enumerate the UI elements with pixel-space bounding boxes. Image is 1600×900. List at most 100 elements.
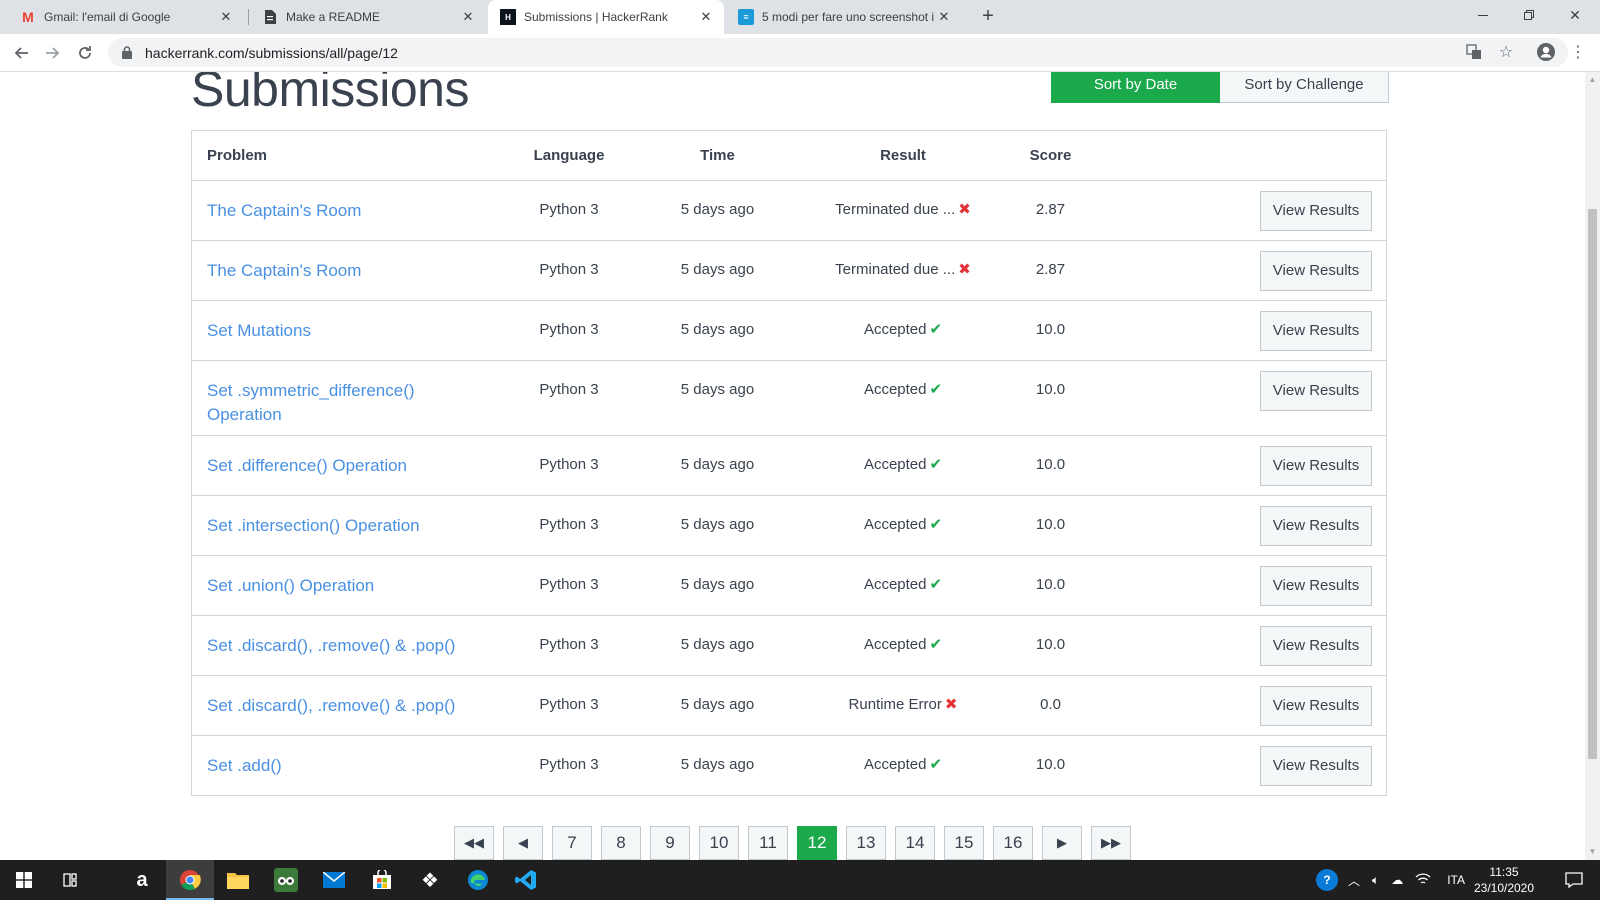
problem-link[interactable]: Set .discard(), .remove() & .pop() — [192, 676, 518, 718]
forward-button[interactable] — [40, 40, 66, 66]
result-cell: Accepted ✔ — [815, 361, 991, 399]
close-icon[interactable]: ✕ — [936, 9, 952, 25]
score-cell: 2.87 — [1035, 261, 1066, 278]
next-page-button[interactable]: ▶ — [1042, 826, 1082, 860]
page-button[interactable]: 7 — [552, 826, 592, 860]
tripadvisor-icon[interactable] — [262, 860, 310, 900]
onedrive-cloud-icon[interactable]: ☁ — [1391, 873, 1403, 887]
file-explorer-icon[interactable] — [214, 860, 262, 900]
wifi-icon[interactable] — [1415, 872, 1431, 889]
translate-icon[interactable] — [1462, 40, 1486, 64]
task-view-icon[interactable] — [48, 860, 96, 900]
windows-start-icon[interactable] — [0, 860, 48, 900]
clock-date: 23/10/2020 — [1473, 881, 1535, 895]
view-results-button[interactable]: View Results — [1260, 311, 1372, 351]
close-icon[interactable]: ✕ — [460, 9, 476, 25]
sort-toggle: Sort by Date Sort by Challenge — [1051, 72, 1389, 103]
close-icon[interactable]: ✕ — [218, 9, 234, 25]
page-button[interactable]: 9 — [650, 826, 690, 860]
tab-submissions[interactable]: H Submissions | HackerRank ✕ — [488, 0, 724, 34]
view-results-button[interactable]: View Results — [1260, 566, 1372, 606]
scrollbar-thumb[interactable] — [1588, 209, 1597, 759]
view-results-button[interactable]: View Results — [1260, 371, 1372, 411]
view-results-button[interactable]: View Results — [1260, 446, 1372, 486]
address-bar[interactable]: hackerrank.com/submissions/all/page/12 — [108, 38, 1568, 67]
view-results-button[interactable]: View Results — [1260, 191, 1372, 231]
tab-make-readme[interactable]: Make a README ✕ — [250, 0, 486, 34]
page-scrollbar[interactable]: ▲ ▼ — [1585, 72, 1600, 860]
minimize-button[interactable] — [1460, 0, 1506, 30]
problem-link[interactable]: The Captain's Room — [192, 181, 518, 223]
result-cell: Accepted ✔ — [815, 301, 991, 339]
page-button[interactable]: 13 — [846, 826, 886, 860]
amazon-icon[interactable]: a — [118, 860, 166, 900]
menu-kebab-icon[interactable]: ⋮ — [1568, 40, 1588, 64]
last-page-button[interactable]: ▶▶ — [1091, 826, 1131, 860]
language-cell: Python 3 — [539, 516, 599, 533]
clock-time: 11:35 — [1489, 865, 1519, 879]
page-button[interactable]: 8 — [601, 826, 641, 860]
edge-icon[interactable] — [454, 860, 502, 900]
tab-title: Make a README — [286, 10, 381, 24]
tab-gmail[interactable]: M Gmail: l'email di Google ✕ — [8, 0, 244, 34]
scroll-up-arrow-icon[interactable]: ▲ — [1588, 75, 1597, 84]
scroll-down-arrow-icon[interactable]: ▼ — [1588, 847, 1597, 856]
help-icon[interactable]: ? — [1316, 869, 1338, 891]
close-icon[interactable]: ✕ — [698, 9, 714, 25]
score-cell: 10.0 — [1035, 756, 1066, 773]
clock[interactable]: 11:35 23/10/2020 — [1470, 864, 1538, 896]
lock-icon[interactable] — [121, 46, 133, 60]
page-button[interactable]: 11 — [748, 826, 788, 860]
reload-button[interactable] — [72, 40, 98, 66]
tab-title: Submissions | HackerRank — [524, 10, 668, 24]
problem-link[interactable]: Set .difference() Operation — [192, 436, 518, 478]
bookmark-star-icon[interactable]: ☆ — [1494, 40, 1518, 64]
view-results-button[interactable]: View Results — [1260, 626, 1372, 666]
result-text: Accepted — [863, 516, 927, 533]
chrome-icon[interactable] — [166, 860, 214, 900]
volume-icon[interactable]: 🔈︎ — [1372, 873, 1379, 888]
profile-avatar-icon[interactable] — [1534, 40, 1558, 64]
restore-button[interactable] — [1506, 0, 1552, 30]
cross-icon: ✖ — [958, 261, 971, 278]
current-page-button[interactable]: 12 — [797, 826, 837, 860]
close-window-button[interactable]: ✕ — [1552, 0, 1598, 30]
back-button[interactable] — [8, 40, 34, 66]
result-cell: Accepted ✔ — [815, 736, 991, 774]
problem-link[interactable]: Set .add() — [192, 736, 518, 778]
tab-screenshot-article[interactable]: ≡ 5 modi per fare uno screenshot i ✕ — [726, 0, 962, 34]
language-indicator[interactable]: ITA — [1447, 873, 1465, 887]
view-results-button[interactable]: View Results — [1260, 251, 1372, 291]
problem-link[interactable]: Set .symmetric_difference() Operation — [192, 361, 518, 427]
tab-title: 5 modi per fare uno screenshot i — [762, 10, 935, 24]
problem-link[interactable]: Set .union() Operation — [192, 556, 518, 598]
page-button[interactable]: 10 — [699, 826, 739, 860]
problem-link[interactable]: Set Mutations — [192, 301, 518, 343]
view-results-button[interactable]: View Results — [1260, 686, 1372, 726]
prev-page-button[interactable]: ◀ — [503, 826, 543, 860]
sort-by-challenge-button[interactable]: Sort by Challenge — [1220, 72, 1389, 103]
page-button[interactable]: 14 — [895, 826, 935, 860]
view-results-button[interactable]: View Results — [1260, 506, 1372, 546]
score-cell: 10.0 — [1035, 516, 1066, 533]
view-results-button[interactable]: View Results — [1260, 746, 1372, 786]
chevron-up-icon[interactable]: ︿ — [1348, 872, 1360, 889]
dropbox-icon[interactable]: ❖ — [406, 860, 454, 900]
vscode-icon[interactable] — [502, 860, 550, 900]
header-score: Score — [1029, 147, 1072, 164]
notification-center-icon[interactable] — [1548, 860, 1600, 900]
language-cell: Python 3 — [539, 636, 599, 653]
sort-by-date-button[interactable]: Sort by Date — [1051, 72, 1220, 103]
page-button[interactable]: 16 — [993, 826, 1033, 860]
mail-icon[interactable] — [310, 860, 358, 900]
store-icon[interactable] — [358, 860, 406, 900]
new-tab-button[interactable]: + — [976, 5, 1000, 29]
table-row: Set .symmetric_difference() Operation Py… — [192, 361, 1386, 436]
problem-link[interactable]: Set .intersection() Operation — [192, 496, 518, 538]
language-cell: Python 3 — [539, 201, 599, 218]
checkmark-icon: ✔ — [929, 756, 943, 773]
page-button[interactable]: 15 — [944, 826, 984, 860]
first-page-button[interactable]: ◀◀ — [454, 826, 494, 860]
problem-link[interactable]: Set .discard(), .remove() & .pop() — [192, 616, 518, 658]
problem-link[interactable]: The Captain's Room — [192, 241, 518, 283]
